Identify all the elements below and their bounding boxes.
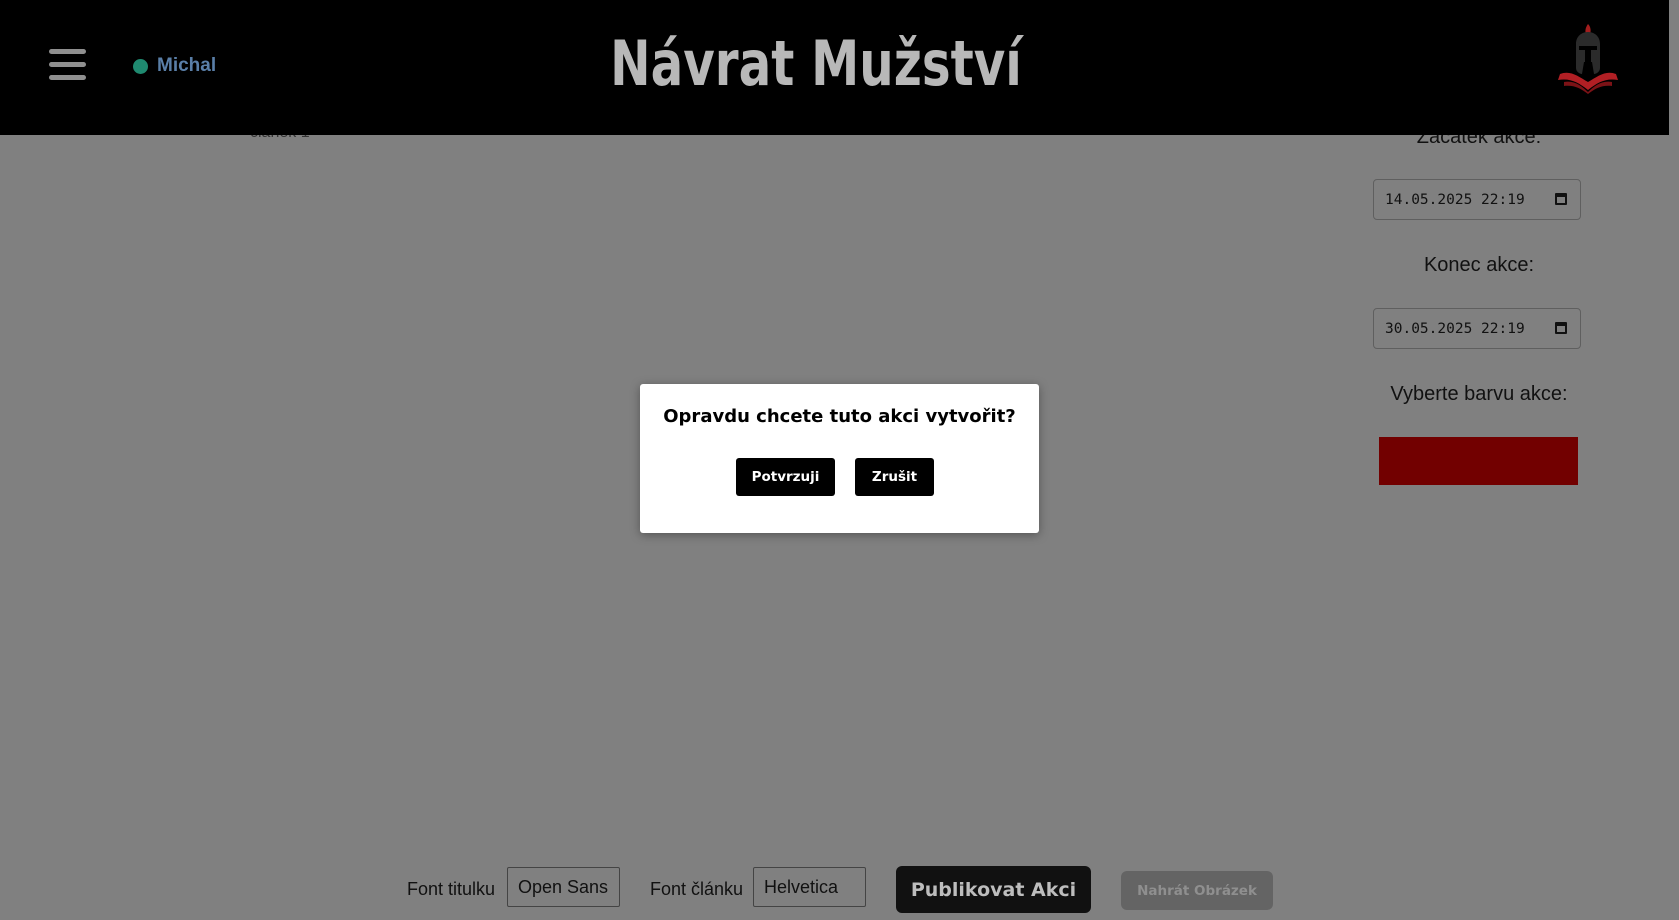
confirm-dialog: Opravdu chcete tuto akci vytvořit? Potvr… [640, 384, 1039, 533]
color-picker-label: Vyberte barvu akce: [1390, 383, 1568, 405]
end-date-input[interactable]: 30.05.2025 22:19 [1373, 308, 1581, 349]
page: Michal Návrat Mužství článek 1 Začátek a… [0, 0, 1679, 920]
body-font-select[interactable]: Helvetica [753, 867, 866, 907]
publish-event-button[interactable]: Publikovat Akci [896, 866, 1091, 913]
title-font-select[interactable]: Open Sans [507, 867, 620, 907]
online-status-icon [133, 58, 148, 74]
cancel-button[interactable]: Zrušit [855, 458, 934, 496]
calendar-icon[interactable] [1555, 322, 1567, 334]
site-title: Návrat Mužství [610, 27, 1022, 100]
calendar-icon[interactable] [1555, 193, 1567, 205]
body-font-label: Font článku [650, 879, 744, 899]
start-date-input[interactable]: 14.05.2025 22:19 [1373, 179, 1581, 220]
end-date-label: Konec akce: [1423, 254, 1535, 276]
start-date-value: 14.05.2025 22:19 [1385, 191, 1525, 208]
end-date-value: 30.05.2025 22:19 [1385, 320, 1525, 337]
bottom-toolbar: Font titulku Open Sans Font článku Helve… [0, 866, 1679, 914]
top-header: Michal Návrat Mužství [0, 0, 1669, 135]
confirm-button[interactable]: Potvrzuji [736, 458, 835, 496]
hamburger-menu-icon[interactable] [49, 49, 86, 81]
title-font-label: Font titulku [407, 879, 496, 899]
event-color-picker[interactable] [1379, 437, 1578, 485]
upload-image-button[interactable]: Nahrát Obrázek [1121, 871, 1273, 910]
spartan-helmet-logo-icon[interactable] [1556, 22, 1620, 94]
dialog-title: Opravdu chcete tuto akci vytvořit? [663, 406, 1016, 427]
